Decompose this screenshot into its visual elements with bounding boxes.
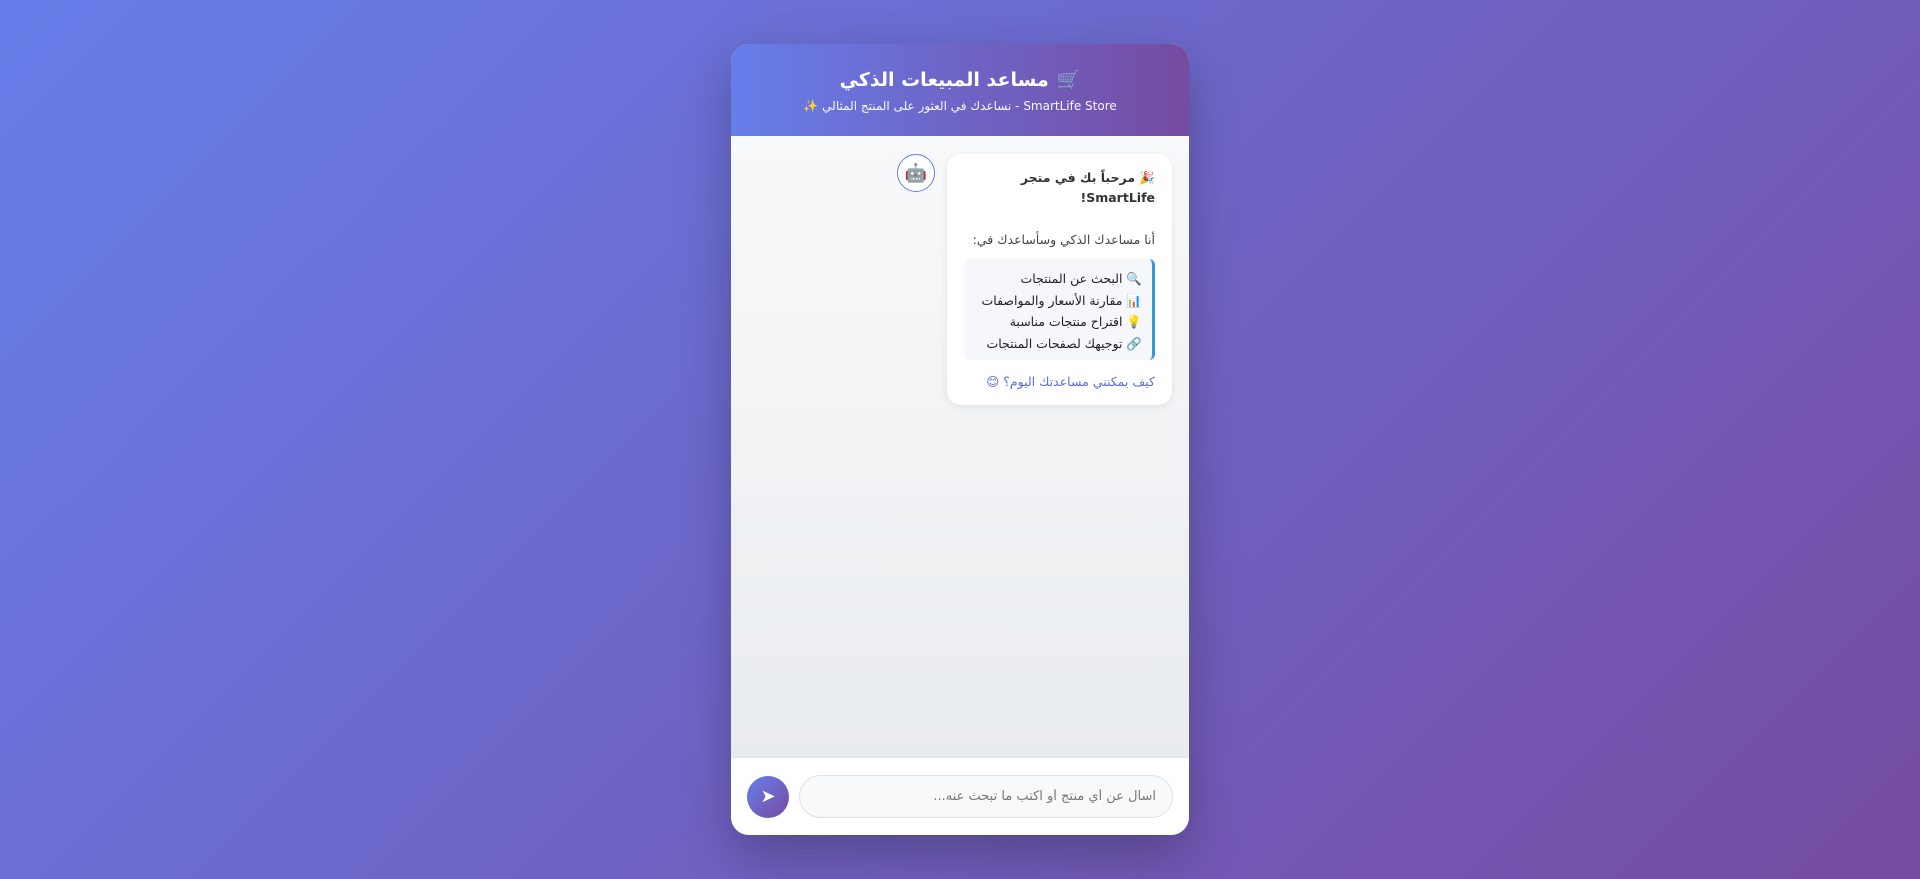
cart-icon: 🛒 bbox=[1056, 68, 1081, 91]
welcome-line: 🎉 مرحباً بك في متجر SmartLife! bbox=[964, 168, 1155, 208]
bot-avatar: 🤖 bbox=[897, 154, 935, 192]
sparkles-icon: ✨ bbox=[803, 98, 819, 113]
help-question: كيف يمكنني مساعدتك اليوم؟ 😊 bbox=[986, 374, 1155, 389]
send-icon: ➤ bbox=[760, 786, 776, 806]
chat-subtitle-text: SmartLife Store - نساعدك في العثور على ا… bbox=[822, 98, 1117, 113]
feature-item-compare: 📊 مقارنة الأسعار والمواصفات bbox=[981, 292, 1142, 308]
chat-header: 🛒 مساعد المبيعات الذكي SmartLife Store -… bbox=[731, 44, 1189, 136]
feature-item-search: 🔍 البحث عن المنتجات bbox=[1020, 271, 1142, 286]
chat-input-area: ➤ bbox=[731, 757, 1189, 835]
send-button[interactable]: ➤ bbox=[747, 775, 789, 818]
chat-window: 🛒 مساعد المبيعات الذكي SmartLife Store -… bbox=[731, 44, 1189, 835]
welcome-text: مرحباً بك في متجر SmartLife! bbox=[1020, 170, 1155, 205]
chat-subtitle: SmartLife Store - نساعدك في العثور على ا… bbox=[803, 97, 1117, 115]
message-input[interactable] bbox=[799, 775, 1173, 818]
robot-icon: 🤖 bbox=[904, 162, 928, 184]
features-list: 🔍 البحث عن المنتجات 📊 مقارنة الأسعار وال… bbox=[964, 259, 1155, 360]
intro-text: أنا مساعدك الذكي وسأساعدك في: bbox=[972, 232, 1155, 247]
party-icon: 🎉 bbox=[1139, 170, 1155, 185]
chat-title-text: مساعد المبيعات الذكي bbox=[839, 68, 1049, 91]
feature-item-suggest: 💡 اقتراح منتجات مناسبة bbox=[1009, 314, 1142, 329]
bot-message: 🎉 مرحباً بك في متجر SmartLife! أنا مساعد… bbox=[748, 154, 1172, 405]
message-list[interactable]: 🎉 مرحباً بك في متجر SmartLife! أنا مساعد… bbox=[731, 136, 1189, 757]
feature-item-links: 🔗 توجيهك لصفحات المنتجات bbox=[986, 335, 1142, 351]
chat-title: 🛒 مساعد المبيعات الذكي bbox=[840, 66, 1081, 94]
message-bubble: 🎉 مرحباً بك في متجر SmartLife! أنا مساعد… bbox=[947, 154, 1172, 405]
